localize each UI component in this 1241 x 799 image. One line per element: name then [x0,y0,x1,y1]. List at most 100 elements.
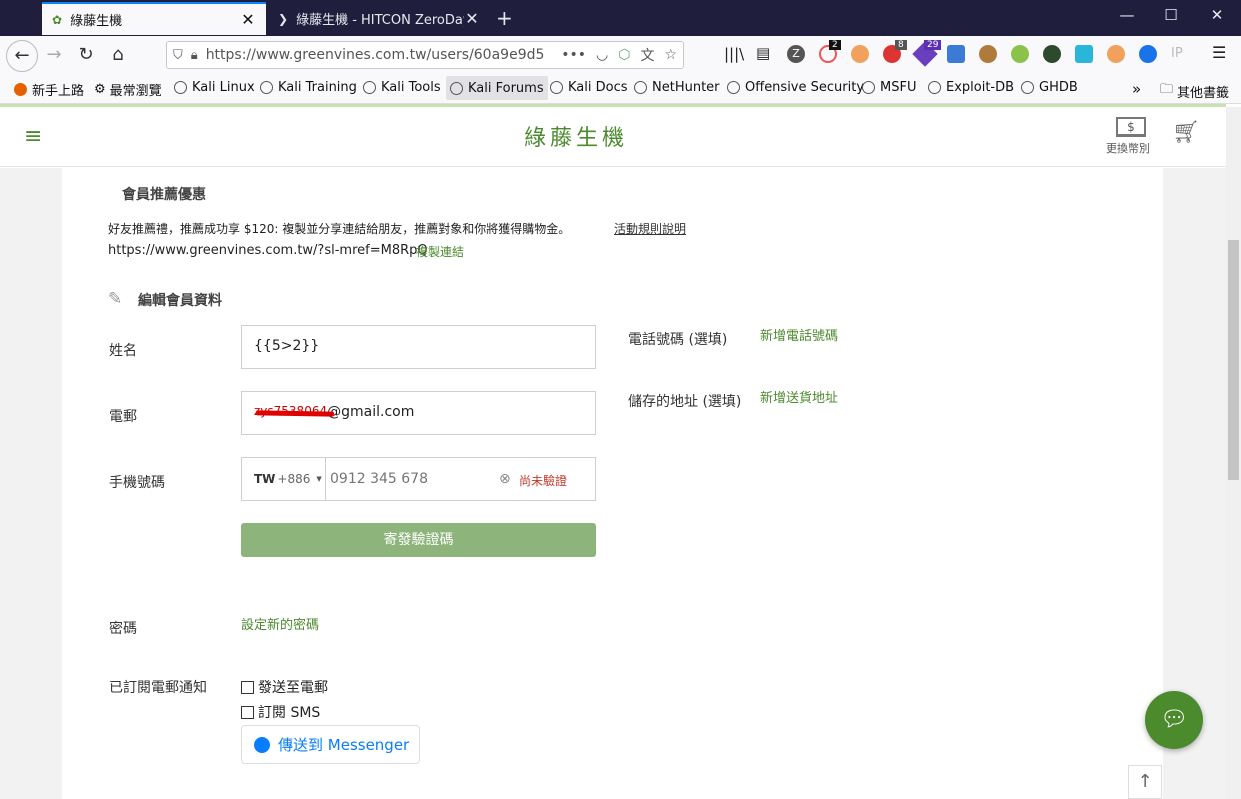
tab-title: 綠藤生機 - HITCON ZeroDay [296,13,464,28]
translate-extension-icon[interactable] [947,45,965,63]
scrollbar-thumb[interactable] [1228,240,1239,480]
bookmark-item[interactable]: Exploit-DB [928,80,1014,95]
tab-greenvines[interactable]: ✿ 綠藤生機 ✕ [42,2,266,35]
bookmark-item[interactable]: Offensive Security [727,80,864,95]
cube-extension-icon[interactable] [1075,45,1093,63]
bookmark-item[interactable]: Kali Training [260,80,357,95]
shield-extension-icon[interactable] [1043,45,1061,63]
cart-icon[interactable]: 🛒︎ [1172,120,1200,145]
z-extension-icon[interactable]: Z [787,45,805,63]
bookmark-item[interactable]: Kali Docs [550,80,628,95]
set-password-link[interactable]: 設定新的密碼 [241,614,319,633]
translate-icon[interactable]: 文 [640,45,654,65]
pencil-icon: ✎ [108,289,123,309]
copy-link-button[interactable]: 複製連結 [416,243,464,260]
bookmark-item[interactable]: ⚙ 最常瀏覽 [94,80,162,99]
pocket-icon[interactable]: ◡ [596,47,608,63]
lock-icon[interactable]: 🔒︎ [191,48,198,63]
password-label: 密碼 [109,621,137,637]
currency-label[interactable]: 更換幣別 [1106,140,1150,156]
messenger-icon [254,736,270,753]
messenger-button[interactable]: 傳送到 Messenger [241,725,420,764]
extension-badge: 29 [924,40,942,50]
back-icon[interactable]: ← [6,40,38,72]
currency-icon[interactable]: $ [1116,117,1146,137]
bookmark-item[interactable]: Kali Forums [446,76,548,100]
ip-extension-icon[interactable]: IP [1171,46,1183,61]
subscribe-email-option[interactable]: 發送至電郵 [241,677,328,697]
globe-icon [1021,81,1034,94]
tab-title: 綠藤生機 [70,14,123,29]
star-icon[interactable]: ☆ [664,47,677,63]
account-content [62,168,1163,799]
basketball-extension-icon-2[interactable] [1107,45,1125,63]
name-label: 姓名 [109,343,137,359]
caret-down-icon: ▼ [316,475,322,483]
bookmark-item[interactable]: Kali Tools [363,80,441,95]
address-label: 儲存的地址 (選填) [628,394,742,410]
bookmark-item[interactable]: NetHunter [634,80,720,95]
reader-icon[interactable]: ▤ [756,44,770,62]
reload-icon[interactable]: ↻ [72,41,100,69]
bookmark-item[interactable]: Kali Linux [174,80,255,95]
gear-icon: ⚙ [94,82,106,97]
country-select[interactable]: TW +886 ▼ [254,472,322,486]
globe-icon [727,81,740,94]
library-icon[interactable]: |||\ [724,45,744,63]
cookie-icon[interactable] [979,45,997,63]
node-icon[interactable]: ⬡ [618,47,630,63]
bookmark-item[interactable]: GHDB [1021,80,1078,95]
tab-hitcon[interactable]: ❯ 綠藤生機 - HITCON ZeroDay ✕ [268,2,490,35]
basketball-extension-icon[interactable] [851,45,869,63]
chevron-double-right-icon[interactable]: » [1132,80,1141,98]
page-gutter-left [0,168,62,799]
globe-icon [450,81,463,95]
subscribe-sms-option[interactable]: 訂閱 SMS [241,702,320,722]
forward-icon[interactable]: → [40,41,68,69]
infinity-extension-icon[interactable] [1139,45,1157,63]
bookmark-item[interactable]: MSFU [862,80,916,95]
add-address-link[interactable]: 新增送貨地址 [760,387,838,406]
window-close-icon[interactable]: ✕ [1202,6,1232,24]
email-checkbox[interactable] [241,680,254,694]
home-icon[interactable]: ⌂ [104,41,132,69]
firefox-icon [14,83,27,96]
email-label: 電郵 [109,409,137,425]
maximize-icon[interactable]: ☐ [1156,6,1186,24]
chat-icon[interactable]: 💬︎ [1145,691,1203,749]
phone-input[interactable] [330,462,490,496]
add-phone-link[interactable]: 新增電話號碼 [760,325,838,344]
site-logo[interactable]: 綠藤生機 [500,120,652,152]
url-bar[interactable]: ⛉ 🔒︎ https://www.greenvines.com.tw/users… [166,41,684,69]
close-tab-icon[interactable]: ✕ [240,10,256,29]
bookmark-item[interactable]: 新手上路 [14,80,84,99]
phone-label: 電話號碼 (選填) [628,332,728,348]
referral-title: 會員推薦優惠 [122,187,206,203]
circle-x-icon: ⊗ [499,471,511,487]
referral-text: 好友推薦禮，推薦成功享 $120: 複製並分享連結給朋友，推薦對象和你將獲得購物… [108,222,571,236]
sms-checkbox[interactable] [241,705,254,719]
unverified-status: 尚未驗證 [519,474,568,488]
extension-badge: 2 [829,40,841,50]
shield-icon[interactable]: ⛉ [173,48,183,63]
folder-icon: 🗀︎ [1160,82,1174,97]
close-tab-icon[interactable]: ✕ [464,9,480,28]
referral-link: https://www.greenvines.com.tw/?sl-mref=M… [108,243,428,258]
more-actions-icon[interactable]: ••• [561,47,586,63]
new-tab-icon[interactable]: + [496,6,513,30]
other-bookmarks[interactable]: 🗀︎ 其他書籤 [1160,80,1229,102]
hamburger-icon[interactable]: ≡ [24,124,42,149]
rules-link[interactable]: 活動規則說明 [614,220,686,237]
globe-icon [634,81,647,94]
extension-badge: 8 [895,40,907,50]
back-to-top-icon[interactable]: ↑ [1128,765,1162,799]
node-extension-icon[interactable] [1011,45,1029,63]
send-code-button[interactable]: 寄發驗證碼 [241,523,596,557]
hamburger-menu-icon[interactable]: ☰ [1212,43,1226,62]
globe-icon [363,81,376,94]
url-text[interactable]: https://www.greenvines.com.tw/users/60a9… [206,47,556,63]
minimize-icon[interactable]: — [1112,6,1142,24]
globe-icon [260,81,273,94]
chevron-right-icon: ❯ [278,11,289,26]
name-input[interactable]: {{5>2}} [241,325,596,369]
